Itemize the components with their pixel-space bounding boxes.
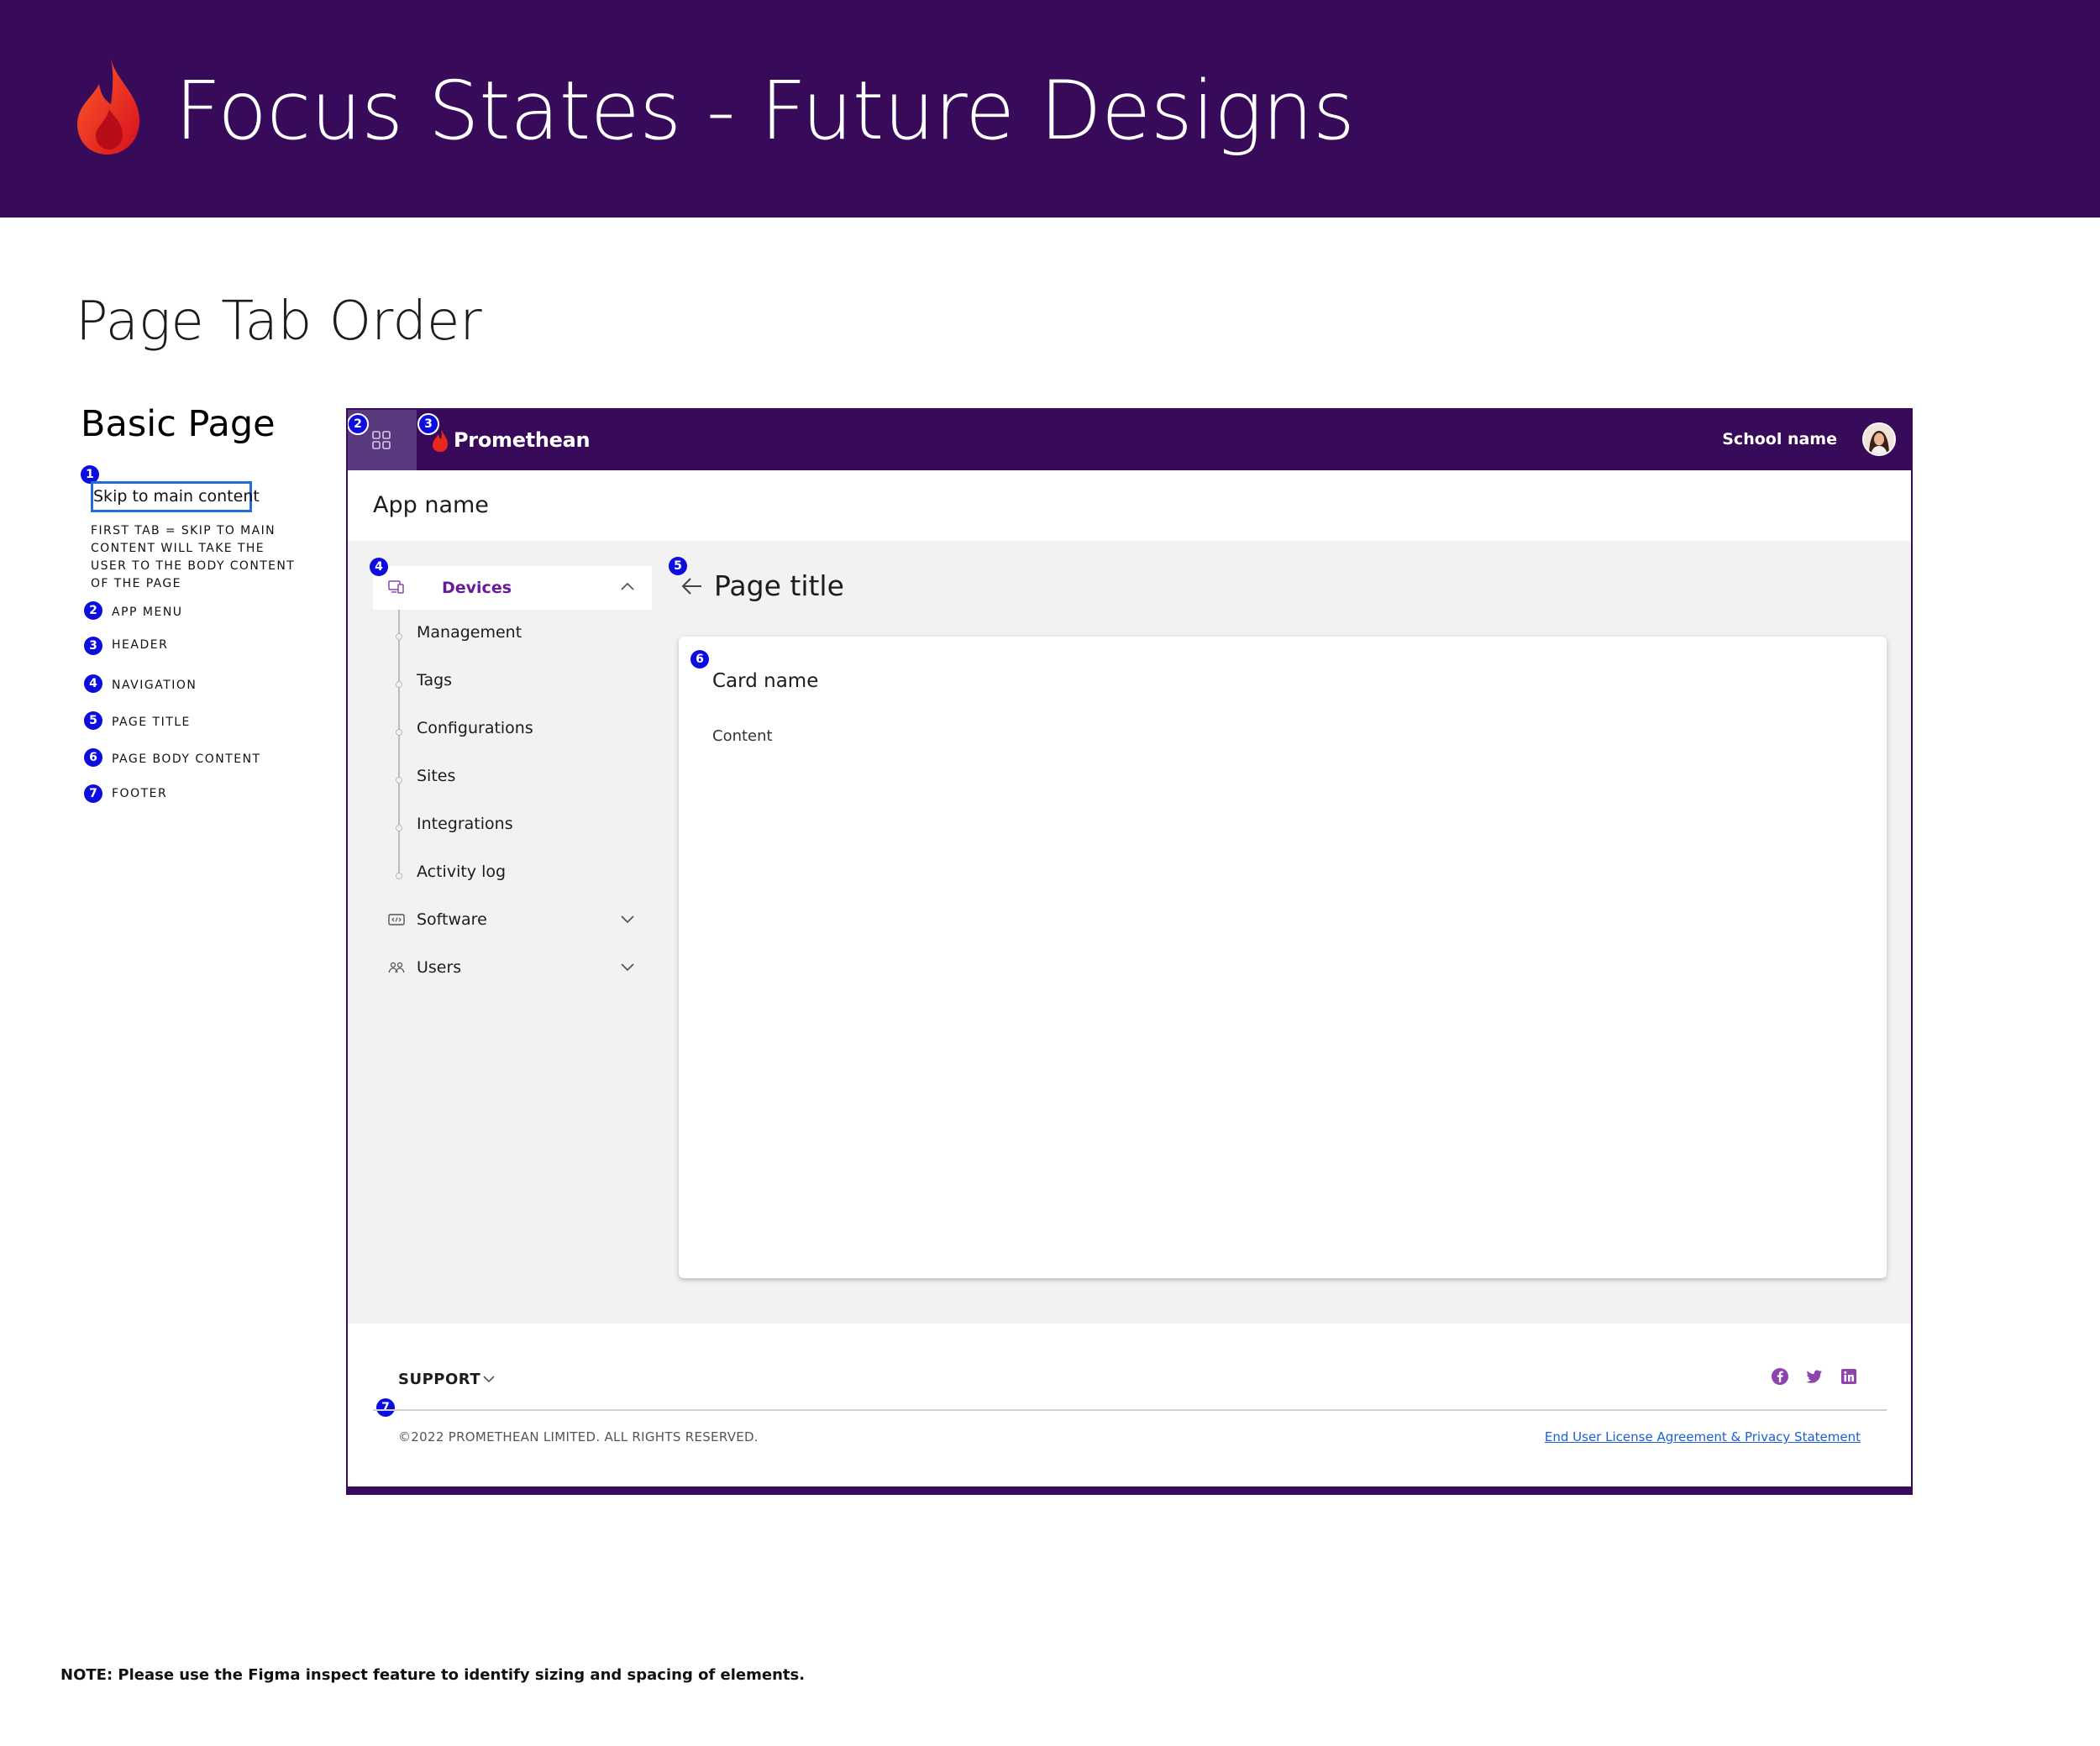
legend-title: Basic Page [81, 403, 276, 445]
legend-label-header: HEADER [112, 638, 169, 652]
nav-item-software[interactable]: Software [373, 900, 652, 942]
content-card: Card name Content [679, 637, 1887, 1278]
nav-sub-item-integrations[interactable]: Integrations [417, 815, 513, 833]
school-name[interactable]: School name [1722, 430, 1837, 448]
section-title: Page Tab Order [76, 291, 482, 353]
app-name: App name [373, 492, 489, 518]
tree-dot [396, 633, 402, 640]
promethean-brand[interactable]: Promethean [432, 427, 591, 454]
legend-badge-3: 3 [84, 637, 102, 655]
focus-order-badge-2: 2 [348, 413, 369, 435]
legend-label-footer: FOOTER [112, 787, 168, 800]
twitter-icon[interactable] [1805, 1367, 1824, 1386]
chevron-down-icon[interactable] [482, 1374, 496, 1384]
users-icon [388, 962, 405, 973]
focus-order-badge-5: 5 [669, 557, 687, 575]
skip-to-main-content-button[interactable]: Skip to main content [91, 481, 260, 512]
software-code-icon [388, 914, 405, 925]
support-menu[interactable]: SUPPORT [398, 1371, 480, 1388]
nav-software-label: Software [417, 910, 487, 929]
tree-dot [396, 681, 402, 688]
legend-badge-4: 4 [84, 674, 102, 693]
banner-title: Focus States - Future Designs [175, 64, 1355, 158]
legend-badge-6: 6 [84, 748, 102, 767]
nav-tree-line [398, 610, 400, 878]
copyright-text: ©2022 PROMETHEAN LIMITED. ALL RIGHTS RES… [398, 1429, 759, 1445]
nav-sub-item-configurations[interactable]: Configurations [417, 719, 533, 737]
legend-badge-2: 2 [84, 601, 102, 620]
page-title: Page title [714, 569, 844, 602]
promethean-flame-logo [77, 59, 139, 155]
legend-label-page-body-content: PAGE BODY CONTENT [112, 752, 261, 766]
legend-label-app-menu: APP MENU [112, 606, 183, 619]
focus-order-badge-4: 4 [370, 558, 388, 576]
tree-dot [396, 873, 402, 879]
footer-bottom-bar [348, 1486, 1911, 1493]
nav-devices-label: Devices [442, 579, 512, 597]
devices-icon [388, 580, 404, 594]
footer [348, 1324, 1911, 1492]
user-avatar[interactable] [1862, 422, 1896, 456]
focus-order-badge-7: 7 [376, 1398, 395, 1417]
nav-sub-item-sites[interactable]: Sites [417, 767, 455, 785]
app-mockup-frame: 2 Promethean 3 School name App name Devi… [346, 408, 1913, 1495]
nav-sub-item-management[interactable]: Management [417, 623, 522, 642]
nav-item-users[interactable]: Users [373, 948, 652, 990]
focus-order-badge-3: 3 [417, 413, 439, 435]
app-grid-icon [372, 431, 391, 449]
footer-divider [373, 1409, 1887, 1411]
legend-badge-7: 7 [84, 784, 102, 803]
brand-name: Promethean [454, 428, 591, 452]
chevron-up-icon [621, 582, 634, 590]
legend-label-navigation: NAVIGATION [112, 679, 197, 692]
nav-sub-item-tags[interactable]: Tags [417, 671, 452, 689]
app-name-bar [348, 470, 1911, 541]
footnote: NOTE: Please use the Figma inspect featu… [60, 1666, 806, 1684]
tree-dot [396, 777, 402, 784]
tree-dot [396, 825, 402, 831]
tree-dot [396, 729, 402, 736]
nav-item-devices[interactable]: Devices [373, 566, 652, 610]
nav-sub-item-activity-log[interactable]: Activity log [417, 863, 506, 881]
legend-label-page-title: PAGE TITLE [112, 716, 191, 729]
legal-link[interactable]: End User License Agreement & Privacy Sta… [1545, 1429, 1861, 1445]
chevron-down-icon [621, 963, 634, 972]
back-arrow-icon[interactable] [680, 576, 704, 596]
nav-users-label: Users [417, 958, 462, 977]
focus-order-badge-6: 6 [690, 650, 709, 669]
linkedin-icon[interactable] [1840, 1367, 1858, 1386]
card-content: Content [712, 727, 773, 745]
facebook-icon[interactable] [1771, 1367, 1789, 1386]
skip-description: FIRST TAB = SKIP TO MAIN CONTENT WILL TA… [91, 524, 296, 590]
card-name: Card name [712, 670, 819, 692]
chevron-down-icon [621, 915, 634, 924]
avatar-photo-icon [1864, 424, 1894, 454]
legend-badge-5: 5 [84, 711, 102, 730]
